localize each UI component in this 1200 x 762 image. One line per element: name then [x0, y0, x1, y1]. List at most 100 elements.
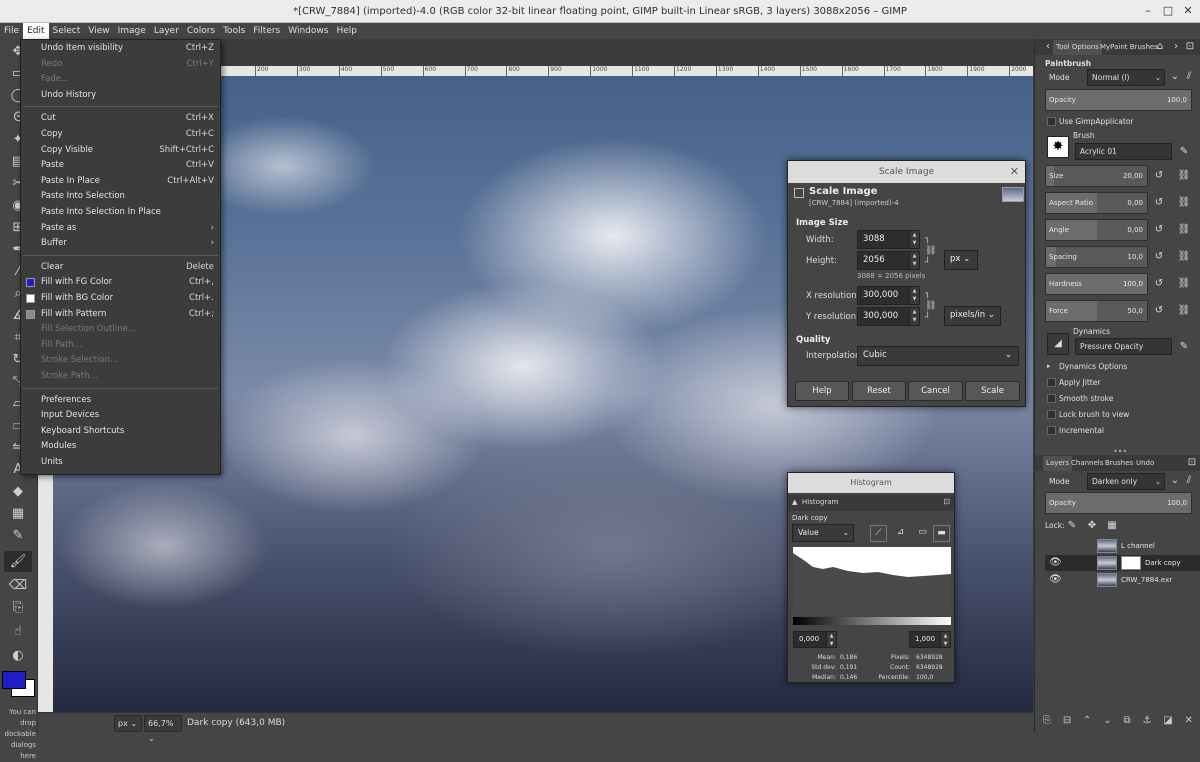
chevron-right-icon[interactable]: › [1169, 40, 1183, 54]
mode-select[interactable]: Normal (l) ⌄ [1087, 69, 1165, 86]
minimize-icon[interactable]: – [1140, 3, 1156, 19]
tab-channels[interactable]: Channels [1068, 456, 1106, 471]
slider-size[interactable]: Size 20,00 [1045, 165, 1148, 187]
low-range-input[interactable]: 0,000 ▲ ▼ [793, 631, 837, 648]
tab-menu-icon[interactable]: ⊡ [1185, 456, 1199, 470]
width-input[interactable]: 3088 ▲ ▼ [857, 230, 920, 249]
menu-item-undo-history[interactable]: Undo History [21, 88, 220, 104]
tab-undo[interactable]: Undo [1133, 456, 1157, 471]
layer-mode-select[interactable]: Darken only ⌄ [1087, 473, 1165, 490]
merged-view-icon[interactable]: ▬ [933, 525, 950, 542]
y-resolution-input[interactable]: 300,000 ▲ ▼ [857, 307, 920, 326]
resolution-unit-select[interactable]: pixels/in ⌄ [944, 306, 1001, 326]
mode-reset-icon[interactable]: ⌄ [1168, 70, 1182, 84]
edit-brush-icon[interactable]: ✎ [1177, 145, 1191, 159]
menu-item-cut[interactable]: Cut Ctrl+X [21, 111, 220, 127]
menu-item-paste-in-place[interactable]: Paste In Place Ctrl+Alt+V [21, 174, 220, 190]
mode-extras-icon[interactable]: ⫽ [1182, 70, 1196, 84]
layer-row[interactable]: L channel [1045, 538, 1200, 554]
new-layer-icon[interactable]: ⎘ [1043, 715, 1051, 729]
menu-item-clear[interactable]: Clear Delete [21, 260, 220, 276]
cancel-button[interactable]: Cancel [908, 381, 963, 401]
menu-item-units[interactable]: Units [21, 455, 220, 471]
clone-icon[interactable]: ⎘ [4, 597, 32, 618]
help-button[interactable]: Help [795, 381, 849, 401]
zoom-select[interactable]: 66,7% ⌄ [144, 715, 182, 743]
brush-select[interactable]: Acrylic 01 [1075, 143, 1172, 160]
checkbox[interactable] [1047, 378, 1056, 387]
menu-view[interactable]: View [84, 23, 113, 39]
menu-item-modules[interactable]: Modules [21, 439, 220, 455]
menu-file[interactable]: File [0, 23, 23, 39]
close-icon[interactable]: ✕ [1010, 161, 1019, 183]
eye-icon[interactable]: 👁 [1049, 572, 1062, 588]
opacity-slider[interactable]: Opacity 100,0 [1045, 89, 1192, 111]
lock-position-icon[interactable]: ✥ [1085, 519, 1099, 533]
menu-item-copy[interactable]: Copy Ctrl+C [21, 127, 220, 143]
maximize-icon[interactable]: □ [1160, 3, 1176, 19]
checkbox[interactable] [1047, 426, 1056, 435]
reset-icon[interactable]: ↺ [1152, 223, 1166, 237]
x-resolution-input[interactable]: 300,000 ▲ ▼ [857, 286, 920, 305]
histogram-plot[interactable] [793, 547, 951, 615]
histogram-tab[interactable]: ▲ Histogram ⊡ [788, 495, 954, 511]
duplicate-layer-icon[interactable]: ⧉ [1123, 715, 1130, 729]
slider-force[interactable]: Force 50,0 [1045, 300, 1148, 322]
menu-select[interactable]: Select [49, 23, 85, 39]
link-icon[interactable]: ⛓ [1177, 277, 1191, 291]
menu-item-paste-into-selection-in-place[interactable]: Paste Into Selection In Place [21, 205, 220, 221]
menu-item-keyboard-shortcuts[interactable]: Keyboard Shortcuts [21, 424, 220, 440]
expander-icon[interactable]: ▸ [1047, 362, 1051, 370]
menu-item-undo-item-visibility[interactable]: Undo Item visibility Ctrl+Z [21, 41, 220, 57]
dodge-burn-icon[interactable]: ◐ [4, 645, 32, 666]
slider-angle[interactable]: Angle 0,00 [1045, 219, 1148, 241]
lower-layer-icon[interactable]: ⌄ [1103, 715, 1111, 729]
menu-tools[interactable]: Tools [219, 23, 249, 39]
channel-select[interactable]: Value ⌄ [792, 524, 854, 542]
use-applicator-checkbox[interactable] [1047, 117, 1056, 126]
lock-alpha-icon[interactable]: ▦ [1105, 519, 1119, 533]
menu-item-paste[interactable]: Paste Ctrl+V [21, 158, 220, 174]
layer-opacity-slider[interactable]: Opacity 100,0 [1045, 492, 1192, 514]
menu-item-fill-with-bg-color[interactable]: Fill with BG Color Ctrl+. [21, 291, 220, 307]
menu-item-preferences[interactable]: Preferences [21, 393, 220, 409]
edit-dynamics-icon[interactable]: ✎ [1177, 340, 1191, 354]
menu-item-input-devices[interactable]: Input Devices [21, 408, 220, 424]
tab-menu-icon[interactable]: ⊡ [1183, 40, 1197, 54]
dynamics-select[interactable]: Pressure Opacity [1075, 338, 1172, 355]
log-histogram-icon[interactable]: ⊿ [892, 525, 909, 542]
high-range-input[interactable]: 1,000 ▲ ▼ [909, 631, 951, 648]
eye-icon[interactable]: 👁 [1049, 555, 1062, 571]
blend-icon[interactable]: ▦ [4, 503, 32, 524]
link-icon[interactable]: ⛓ [1177, 304, 1191, 318]
foreground-color-swatch[interactable] [2, 671, 26, 689]
checkbox[interactable] [1047, 410, 1056, 419]
mask-icon[interactable]: ◪ [1163, 715, 1172, 729]
link-icon[interactable]: ⛓ [1177, 250, 1191, 264]
slider-spacing[interactable]: Spacing 10,0 [1045, 246, 1148, 268]
layer-row[interactable]: 👁 Dark copy [1045, 555, 1200, 571]
link-icon[interactable]: ⛓ [1177, 169, 1191, 183]
menu-layer[interactable]: Layer [150, 23, 183, 39]
reset-icon[interactable]: ↺ [1152, 196, 1166, 210]
brush-preview-icon[interactable]: ✸ [1047, 136, 1069, 158]
chain-link-icon[interactable]: ┐ ⛓ ┘ [925, 288, 936, 324]
menu-windows[interactable]: Windows [284, 23, 332, 39]
slider-aspect-ratio[interactable]: Aspect Ratio 0,00 [1045, 192, 1148, 214]
linear-histogram-icon[interactable]: ⟋ [870, 525, 887, 542]
tab-menu-icon[interactable]: ⊡ [943, 497, 950, 506]
menu-edit[interactable]: Edit [23, 23, 49, 39]
pencil-icon[interactable]: ✎ [4, 525, 32, 546]
paintbrush-icon[interactable]: 🖌 [4, 551, 32, 572]
lock-pixels-icon[interactable]: ✎ [1065, 519, 1079, 533]
bucket-fill-icon[interactable]: ◆ [4, 481, 32, 502]
anchor-icon[interactable]: ⚓ [1142, 715, 1151, 729]
slider-hardness[interactable]: Hardness 100,0 [1045, 273, 1148, 295]
menu-help[interactable]: Help [332, 23, 361, 39]
checkbox[interactable] [1047, 394, 1056, 403]
delete-layer-icon[interactable]: ✕ [1185, 715, 1193, 729]
menu-item-paste-as[interactable]: Paste as › [21, 221, 220, 237]
bars-view-icon[interactable]: ▭ [914, 525, 931, 542]
menu-colors[interactable]: Colors [183, 23, 219, 39]
tab-brushes[interactable]: Brushes [1102, 456, 1136, 471]
